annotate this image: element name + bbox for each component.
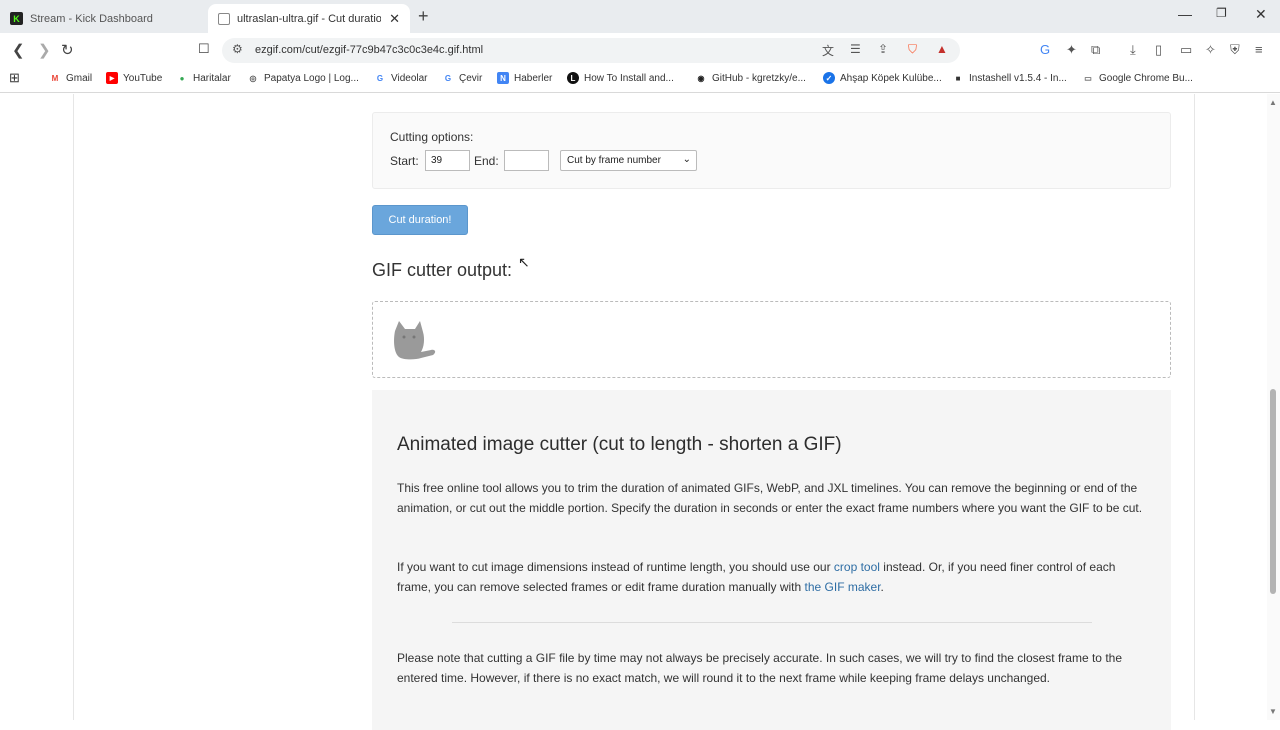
cutting-options-panel: Cutting options: Start: End: Cut by fram… <box>372 112 1171 189</box>
news-icon: N <box>497 72 509 84</box>
start-input[interactable] <box>425 150 470 171</box>
leo-ai-icon[interactable]: ✧ <box>1205 42 1216 58</box>
download-icon[interactable]: ⤓ <box>1130 42 1136 58</box>
github-icon: ◉ <box>697 73 705 83</box>
apps-grid-icon[interactable]: ⊞ <box>9 70 20 86</box>
bookmark-youtube[interactable]: ▶ YouTube <box>106 72 162 84</box>
bookmark-how-to-install[interactable]: L How To Install and... <box>567 72 674 84</box>
wallet-icon[interactable]: ▭ <box>1180 42 1192 58</box>
ezgif-icon <box>218 12 230 25</box>
gif-maker-link[interactable]: the GIF maker <box>805 580 881 594</box>
chevron-down-icon: ⌄ <box>682 154 691 165</box>
google-icon: G <box>376 73 384 83</box>
cat-placeholder-icon <box>394 321 436 360</box>
translate-icon[interactable]: 文 <box>822 42 834 59</box>
cut-mode-value: Cut by frame number <box>567 155 661 166</box>
kick-icon: K <box>10 12 23 25</box>
bookmark-ahsap-kopek[interactable]: ✓ Ahşap Köpek Kulübe... <box>823 72 942 84</box>
bookmark-instashell[interactable]: ■ Instashell v1.5.4 - In... <box>952 72 1067 84</box>
sidebar-icon[interactable]: ▯ <box>1155 42 1162 58</box>
tab-kick-dashboard[interactable]: K Stream - Kick Dashboard <box>0 4 205 33</box>
bookmark-gmail[interactable]: M Gmail <box>49 72 92 84</box>
page-content: Cutting options: Start: End: Cut by fram… <box>0 94 1280 730</box>
crop-tool-link[interactable]: crop tool <box>834 560 880 574</box>
bookmark-maps[interactable]: ● Haritalar <box>176 72 231 84</box>
close-tab-icon[interactable]: ✕ <box>389 11 400 27</box>
end-label: End: <box>474 154 499 168</box>
bookmark-haberler[interactable]: N Haberler <box>497 72 552 84</box>
l-icon: L <box>567 72 579 84</box>
content-border-left <box>73 94 74 720</box>
tab-title: Stream - Kick Dashboard <box>30 12 153 25</box>
browser-toolbar: ❮ ❯ ↻ ☐ ⚙ ezgif.com/cut/ezgif-77c9b47c3c… <box>0 33 1280 67</box>
reader-icon[interactable]: ☰ <box>850 42 861 56</box>
scrollbar-thumb[interactable] <box>1270 389 1276 594</box>
check-badge-icon: ✓ <box>823 72 835 84</box>
info-paragraph-1: This free online tool allows you to trim… <box>397 481 1143 515</box>
youtube-icon: ▶ <box>106 72 118 84</box>
forward-icon[interactable]: ❯ <box>38 41 51 59</box>
back-icon[interactable]: ❮ <box>12 41 25 59</box>
tab-ezgif-cut[interactable]: ultraslan-ultra.gif - Cut duration ✕ <box>208 4 410 33</box>
new-tab-button[interactable]: + <box>418 6 429 27</box>
brave-shield-icon[interactable]: ⛉ <box>908 42 917 57</box>
divider <box>452 622 1092 623</box>
gmail-icon: M <box>51 73 59 83</box>
output-heading: GIF cutter output: <box>372 260 513 280</box>
window-close-icon[interactable]: ✕ <box>1255 6 1267 23</box>
address-bar[interactable]: ⚙ ezgif.com/cut/ezgif-77c9b47c3c0c3e4c.g… <box>222 38 960 63</box>
screenshot-icon[interactable]: ⧉ <box>1091 42 1100 58</box>
site-info-icon[interactable]: ⚙ <box>232 42 243 56</box>
start-label: Start: <box>390 154 419 168</box>
scroll-down-icon[interactable]: ▼ <box>1269 707 1277 716</box>
extensions-icon[interactable]: ✦ <box>1066 42 1077 58</box>
info-paragraph-2: If you want to cut image dimensions inst… <box>397 560 1116 594</box>
cut-duration-button[interactable]: Cut duration! <box>372 205 468 235</box>
folder-icon: ▭ <box>1084 73 1092 83</box>
tab-strip: K Stream - Kick Dashboard ultraslan-ultr… <box>0 0 1280 33</box>
translate-icon: G <box>444 73 452 83</box>
papatya-icon: ◎ <box>249 73 257 83</box>
info-paragraph-3: Please note that cutting a GIF file by t… <box>397 651 1122 685</box>
url-text[interactable]: ezgif.com/cut/ezgif-77c9b47c3c0c3e4c.gif… <box>255 44 483 56</box>
info-heading: Animated image cutter (cut to length - s… <box>397 434 842 455</box>
end-input[interactable] <box>504 150 549 171</box>
bookmark-videolar[interactable]: G Videolar <box>374 72 428 84</box>
menu-icon[interactable]: ≡ <box>1255 42 1263 57</box>
brave-rewards-icon[interactable]: ▲ <box>936 42 948 56</box>
cutting-options-title: Cutting options: <box>390 130 474 144</box>
info-section: Animated image cutter (cut to length - s… <box>372 390 1171 730</box>
share-icon[interactable]: ⇪ <box>878 42 888 56</box>
bookmark-folder-chrome[interactable]: ▭ Google Chrome Bu... <box>1082 72 1193 84</box>
mouse-cursor-icon: ↖ <box>518 254 530 270</box>
maps-icon: ● <box>179 73 185 83</box>
google-translate-ext-icon[interactable]: G <box>1040 42 1050 57</box>
page-scrollbar[interactable]: ▲ ▼ <box>1267 94 1280 720</box>
cut-mode-select[interactable]: Cut by frame number ⌄ <box>560 150 697 171</box>
bookmarks-bar: ⊞ M Gmail ▶ YouTube ● Haritalar ◎ Papatya Lo… <box>0 67 1280 93</box>
minimize-icon[interactable]: — <box>1178 6 1192 22</box>
vpn-icon[interactable]: ⛨ <box>1230 42 1240 58</box>
output-area <box>372 301 1171 378</box>
bookmark-icon[interactable]: ☐ <box>198 41 210 57</box>
content-border-right <box>1194 94 1195 720</box>
tab-title: ultraslan-ultra.gif - Cut duration <box>237 12 382 25</box>
reload-icon[interactable]: ↻ <box>61 41 74 59</box>
scroll-up-icon[interactable]: ▲ <box>1269 98 1277 107</box>
instashell-icon: ■ <box>955 73 961 83</box>
restore-icon[interactable]: ❐ <box>1216 6 1227 20</box>
bookmark-papatya[interactable]: ◎ Papatya Logo | Log... <box>247 72 359 84</box>
bookmark-cevir[interactable]: G Çevir <box>442 72 482 84</box>
bookmark-github[interactable]: ◉ GitHub - kgretzky/e... <box>695 72 806 84</box>
